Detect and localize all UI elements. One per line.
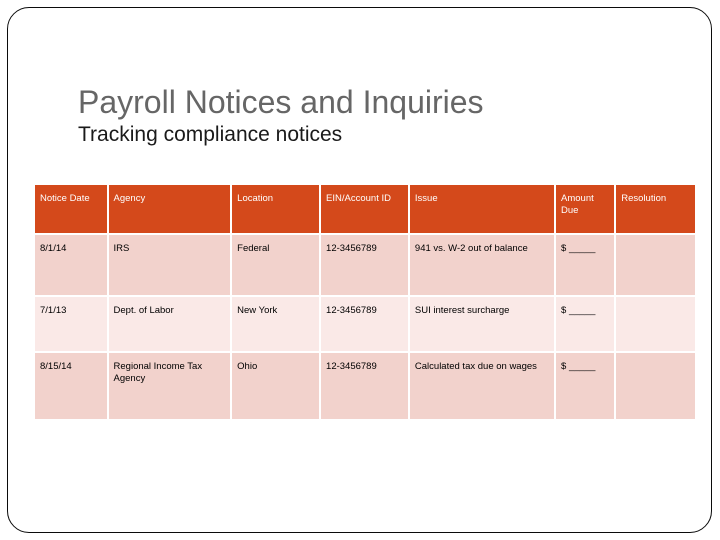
cell-agency: IRS: [108, 235, 231, 295]
column-header-agency: Agency: [108, 185, 231, 233]
table-body: 8/1/14 IRS Federal 12-3456789 941 vs. W-…: [35, 235, 695, 419]
cell-resolution: [616, 353, 695, 419]
cell-amount-due: $ _____: [556, 353, 615, 419]
cell-location: Federal: [232, 235, 320, 295]
column-header-ein-account-id: EIN/Account ID: [321, 185, 408, 233]
cell-ein-account-id: 12-3456789: [321, 235, 408, 295]
cell-issue: 941 vs. W-2 out of balance: [409, 235, 555, 295]
cell-ein-account-id: 12-3456789: [321, 353, 408, 419]
table-header: Notice Date Agency Location EIN/Account …: [35, 185, 695, 233]
table-header-row: Notice Date Agency Location EIN/Account …: [35, 185, 695, 233]
cell-amount-due: $ _____: [556, 297, 615, 351]
cell-location: New York: [232, 297, 320, 351]
slide-canvas: Payroll Notices and Inquiries Tracking c…: [0, 0, 720, 540]
cell-issue: SUI interest surcharge: [409, 297, 555, 351]
table-row: 8/1/14 IRS Federal 12-3456789 941 vs. W-…: [35, 235, 695, 295]
column-header-issue: Issue: [409, 185, 555, 233]
page-title: Payroll Notices and Inquiries: [78, 84, 484, 121]
cell-resolution: [616, 235, 695, 295]
column-header-notice-date: Notice Date: [35, 185, 107, 233]
cell-agency: Regional Income Tax Agency: [108, 353, 231, 419]
cell-ein-account-id: 12-3456789: [321, 297, 408, 351]
cell-amount-due: $ _____: [556, 235, 615, 295]
cell-notice-date: 8/15/14: [35, 353, 107, 419]
cell-notice-date: 8/1/14: [35, 235, 107, 295]
column-header-amount-due: Amount Due: [556, 185, 615, 233]
cell-notice-date: 7/1/13: [35, 297, 107, 351]
column-header-location: Location: [232, 185, 320, 233]
cell-location: Ohio: [232, 353, 320, 419]
page-subtitle: Tracking compliance notices: [78, 123, 343, 146]
cell-issue: Calculated tax due on wages: [409, 353, 555, 419]
payroll-notices-table: Notice Date Agency Location EIN/Account …: [33, 183, 697, 421]
table-row: 7/1/13 Dept. of Labor New York 12-345678…: [35, 297, 695, 351]
column-header-resolution: Resolution: [616, 185, 695, 233]
table-row: 8/15/14 Regional Income Tax Agency Ohio …: [35, 353, 695, 419]
cell-agency: Dept. of Labor: [108, 297, 231, 351]
cell-resolution: [616, 297, 695, 351]
